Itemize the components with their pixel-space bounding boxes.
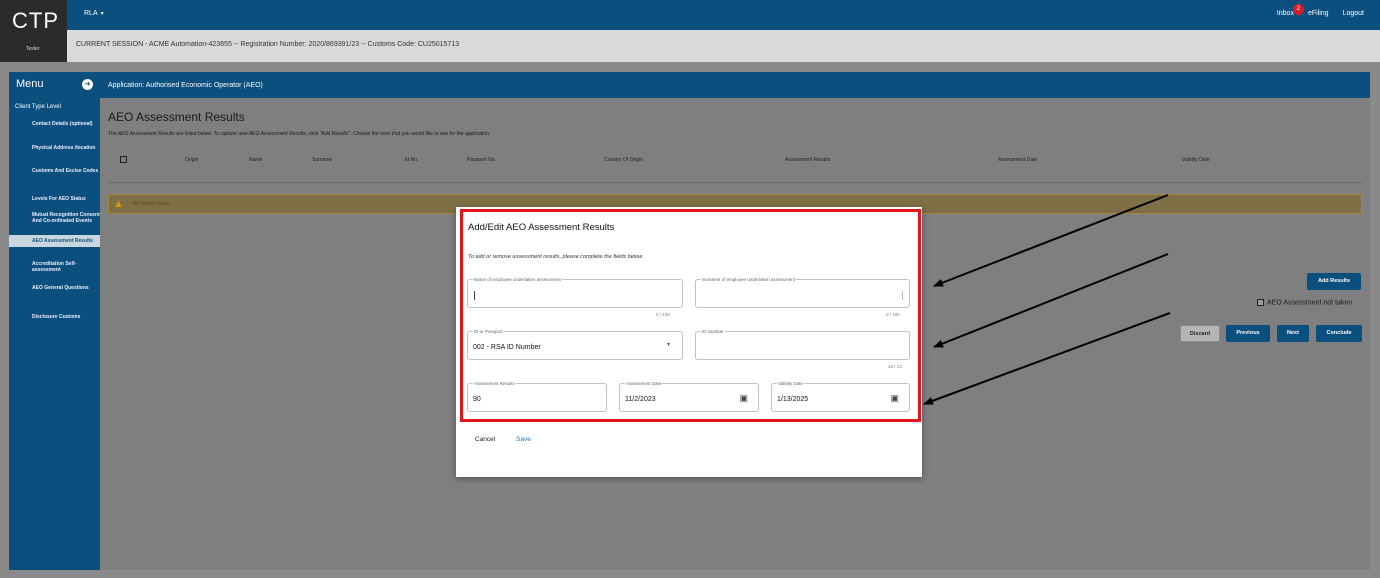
annotation-arrows — [923, 194, 1171, 405]
annotation-arrow — [933, 194, 1169, 287]
annotation-arrow — [923, 312, 1171, 405]
annotation-arrow — [933, 253, 1169, 348]
